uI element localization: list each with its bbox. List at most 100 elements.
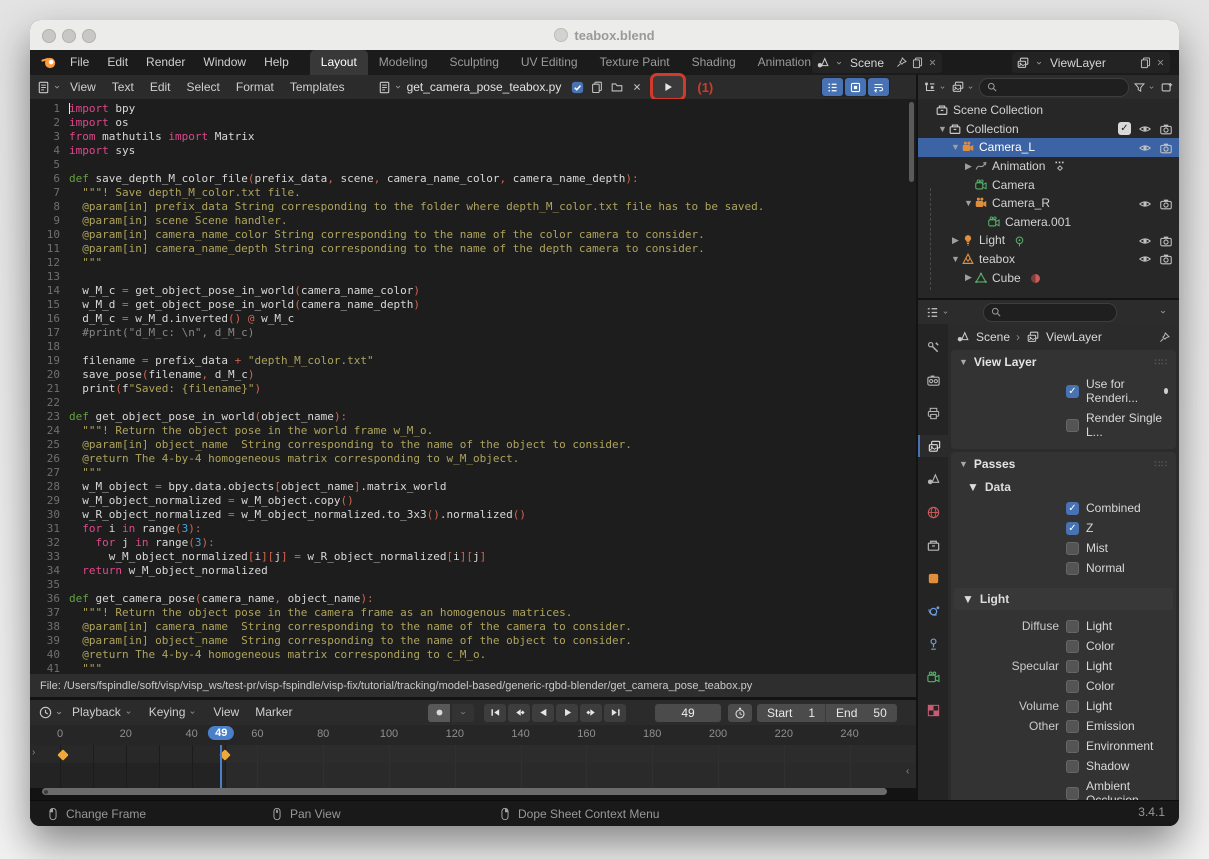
outliner-row-animation[interactable]: ▶Animation (918, 157, 1179, 176)
disclosure-right-icon[interactable]: ▶ (963, 272, 974, 283)
timeline-menu-marker[interactable]: Marker (247, 700, 300, 725)
channel-expand-chevron[interactable]: › (32, 747, 35, 758)
new-text-button[interactable] (587, 78, 607, 97)
current-frame-field[interactable]: 49 (655, 704, 721, 722)
remove-viewlayer-icon[interactable] (1155, 57, 1166, 68)
checkbox-combined[interactable]: ✓ (1066, 502, 1079, 515)
text-menu-text[interactable]: Text (104, 75, 142, 99)
workspace-tab-shading[interactable]: Shading (681, 50, 747, 75)
properties-tab-view-layer[interactable] (918, 435, 948, 457)
outliner-search-input[interactable] (979, 78, 1129, 97)
end-frame-field[interactable]: End 50 (825, 704, 897, 722)
checkbox-light[interactable] (1066, 700, 1079, 713)
checkbox-z[interactable]: ✓ (1066, 522, 1079, 535)
code-area[interactable]: 1import bpy2import os3from mathutils imp… (30, 99, 916, 677)
exclude-checkbox[interactable]: ✓ (1118, 122, 1131, 135)
text-menu-view[interactable]: View (62, 75, 104, 99)
hide-toggle[interactable] (1138, 121, 1152, 136)
prev-keyframe-button[interactable] (508, 704, 530, 722)
properties-tab-collection[interactable] (918, 534, 948, 556)
checkbox-light[interactable] (1066, 660, 1079, 673)
timeline-menu-keying[interactable]: Keying (141, 700, 206, 725)
properties-tab-world[interactable] (918, 501, 948, 523)
jump-end-button[interactable] (604, 704, 626, 722)
menu-window[interactable]: Window (194, 50, 255, 75)
checkbox-color[interactable] (1066, 640, 1079, 653)
disclosure-down-icon[interactable]: ▼ (937, 124, 948, 134)
properties-tab-output[interactable] (918, 402, 948, 424)
outliner-filter-dropdown[interactable] (1133, 81, 1156, 94)
properties-tab-texture[interactable] (918, 699, 948, 721)
outliner-filter-type-dropdown[interactable] (951, 80, 975, 94)
workspace-tab-animation[interactable]: Animation (747, 50, 822, 75)
light-subpanel-header[interactable]: ▼ Light (954, 588, 1173, 610)
playhead-line[interactable] (220, 745, 222, 788)
new-scene-icon[interactable] (911, 56, 924, 69)
timeline-menu-playback[interactable]: Playback (64, 700, 141, 725)
disclosure-down-icon[interactable]: ▼ (963, 198, 974, 208)
play-button[interactable] (556, 704, 578, 722)
timeline-editor-type-dropdown[interactable] (38, 705, 64, 720)
animate-dot[interactable] (1164, 388, 1169, 394)
outliner-row-cube[interactable]: ▶Cube (918, 268, 1179, 287)
hide-toggle[interactable] (1138, 233, 1152, 248)
line-numbers-toggle[interactable] (822, 78, 843, 96)
word-wrap-toggle[interactable] (868, 78, 889, 96)
panel-grip[interactable]: ∷∷ (1155, 459, 1168, 470)
properties-editor-type-dropdown[interactable] (925, 305, 950, 320)
outliner-display-mode-dropdown[interactable] (923, 80, 947, 94)
checkbox-normal[interactable] (1066, 562, 1079, 575)
pin-icon[interactable] (1158, 331, 1171, 344)
properties-tab-physics[interactable] (918, 600, 948, 622)
outliner-row-scene-collection[interactable]: Scene Collection (918, 101, 1179, 120)
checkbox-environment[interactable] (1066, 740, 1079, 753)
outliner-row-camera[interactable]: Camera (918, 175, 1179, 194)
dopesheet-channels[interactable] (30, 745, 916, 788)
breadcrumb-scene[interactable]: Scene (976, 330, 1010, 344)
outliner-row-collection[interactable]: ▼Collection✓ (918, 120, 1179, 139)
data-subpanel-header[interactable]: ▼ Data (951, 476, 1176, 498)
checkbox-use-for-renderi-[interactable]: ✓ (1066, 385, 1079, 398)
checkbox-emission[interactable] (1066, 720, 1079, 733)
hide-toggle[interactable] (1138, 252, 1152, 267)
open-text-button[interactable] (607, 78, 627, 97)
next-keyframe-button[interactable] (580, 704, 602, 722)
disable-in-renders-toggle[interactable] (1159, 233, 1173, 248)
menu-render[interactable]: Render (137, 50, 194, 75)
breadcrumb-viewlayer[interactable]: ViewLayer (1046, 330, 1102, 344)
syntax-highlight-toggle[interactable] (845, 78, 866, 96)
disable-in-renders-toggle[interactable] (1159, 121, 1173, 136)
timeline-ruler[interactable]: 020406080100120140160180200220240 (30, 725, 916, 745)
unlink-text-button[interactable] (627, 78, 647, 97)
properties-tab-scene[interactable] (918, 468, 948, 490)
disclosure-down-icon[interactable]: ▼ (950, 142, 961, 152)
workspace-tab-layout[interactable]: Layout (310, 50, 368, 75)
disable-in-renders-toggle[interactable] (1159, 140, 1173, 155)
start-frame-field[interactable]: Start 1 (757, 704, 825, 722)
preview-range-button[interactable] (728, 704, 752, 722)
auto-keying-toggle[interactable] (428, 704, 450, 722)
outliner-row-teabox[interactable]: ▼teabox (918, 250, 1179, 269)
view-layer-panel-header[interactable]: ▼ View Layer ∷∷ (951, 350, 1176, 374)
menu-help[interactable]: Help (255, 50, 298, 75)
properties-options-chevron-icon[interactable] (1158, 307, 1168, 317)
viewlayer-selector[interactable]: ViewLayer (1012, 52, 1170, 73)
checkbox-light[interactable] (1066, 620, 1079, 633)
keying-set-dropdown[interactable] (452, 704, 474, 722)
properties-tab-object[interactable] (918, 567, 948, 589)
script-name[interactable]: get_camera_pose_teabox.py (407, 80, 562, 94)
properties-tab-constraints[interactable] (918, 633, 948, 655)
blender-logo-icon[interactable] (40, 54, 57, 71)
editor-type-dropdown[interactable] (36, 80, 62, 95)
jump-start-button[interactable] (484, 704, 506, 722)
run-script-button[interactable] (653, 76, 683, 98)
properties-tab-data[interactable] (918, 666, 948, 688)
checkbox-shadow[interactable] (1066, 760, 1079, 773)
text-saved-status-toggle[interactable] (567, 78, 587, 97)
menu-file[interactable]: File (61, 50, 98, 75)
current-frame-badge[interactable]: 49 (208, 726, 234, 740)
text-menu-edit[interactable]: Edit (142, 75, 179, 99)
properties-search-input[interactable] (983, 303, 1117, 322)
properties-tab-tool[interactable] (918, 336, 948, 358)
disclosure-down-icon[interactable]: ▼ (950, 254, 961, 264)
